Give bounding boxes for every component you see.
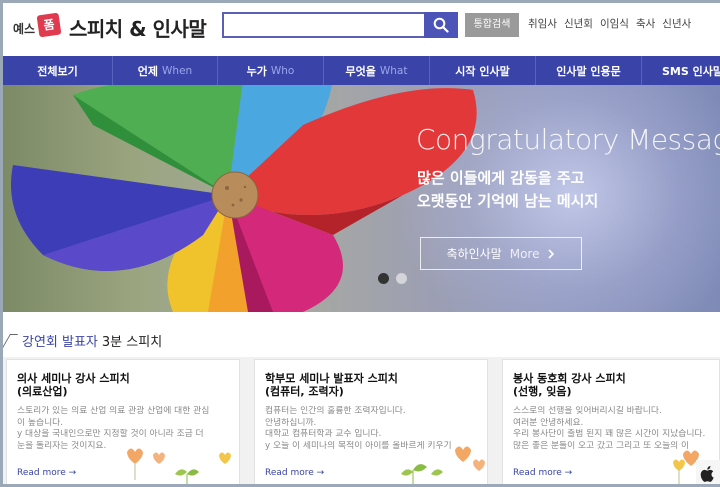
card-title: 봉사 동호회 강사 스피치 (선행, 잊음) bbox=[513, 372, 626, 398]
banner-subtitle-line: 많은 이들에게 감동을 주고 bbox=[417, 169, 585, 187]
read-more-link[interactable]: Read more → bbox=[513, 468, 572, 478]
banner-button-label: 축하인사말 bbox=[446, 247, 502, 261]
arrow-right-icon: → bbox=[68, 468, 77, 478]
nav-label: SMS 인사말 bbox=[662, 64, 720, 78]
hero-banner[interactable]: Congratulatory Message 많은 이들에게 감동을 주고 오랫… bbox=[3, 85, 720, 312]
speech-card[interactable]: 학부모 세미나 발표자 스피치 (컴퓨터, 조력자) 컴퓨터는 인간의 훌륭한 … bbox=[254, 359, 488, 487]
nav-label: 언제 bbox=[137, 64, 159, 78]
quick-link[interactable]: 신년회 bbox=[564, 16, 593, 31]
nav-item-who[interactable]: 누가 Who bbox=[218, 56, 324, 85]
quick-link[interactable]: 신년사 bbox=[662, 16, 691, 31]
main-nav: 전체보기 언제 When 누가 Who 무엇을 What 시작 인사말 인사말 … bbox=[3, 56, 720, 85]
apple-logo-icon bbox=[696, 460, 720, 487]
section-title-highlight: 강연회 발표자 bbox=[22, 335, 98, 350]
section-heading: 강연회 발표자 3분 스피치 bbox=[1, 331, 163, 350]
card-excerpt-line: 여러분 안녕하세요. bbox=[513, 417, 584, 428]
card-title-line: 봉사 동호회 강사 스피치 bbox=[513, 372, 626, 385]
search-input[interactable] bbox=[224, 14, 424, 36]
card-excerpt-line: 컴퓨터는 인간의 훌륭한 조력자입니다. bbox=[265, 406, 406, 416]
card-excerpt-line: 대학교 컴퓨터학과 교수 입니다. bbox=[265, 429, 382, 439]
banner-subtitle: 많은 이들에게 감동을 주고 오랫동안 기억에 남는 메시지 bbox=[417, 167, 598, 213]
card-title-line: (선행, 잊음) bbox=[513, 385, 572, 398]
read-more-label: Read more bbox=[17, 468, 66, 478]
corner-decoration-icon bbox=[1, 333, 19, 348]
nav-label: 시작 인사말 bbox=[455, 64, 510, 78]
logo-text: 예스 bbox=[13, 21, 36, 36]
chevron-right-icon bbox=[548, 248, 555, 259]
card-excerpt-line: y 대상을 국내인으로만 지정할 것이 아니라 조금 더 bbox=[17, 429, 204, 439]
read-more-link[interactable]: Read more → bbox=[17, 468, 76, 478]
speech-cards: 의사 세미나 강사 스피치 (의료산업) 스토리가 있는 의료 산업 의료 관광… bbox=[3, 357, 720, 487]
card-title-line: 학부모 세미나 발표자 스피치 bbox=[265, 372, 398, 385]
search-icon bbox=[433, 17, 449, 33]
slide-dot[interactable] bbox=[378, 273, 389, 284]
banner-more-button[interactable]: 축하인사말 More bbox=[420, 237, 582, 270]
site-title: 스피치 & 인사말 bbox=[69, 17, 207, 41]
pinwheel-image bbox=[11, 85, 477, 312]
combined-search-button[interactable]: 통합검색 bbox=[465, 13, 519, 37]
speech-card[interactable]: 의사 세미나 강사 스피치 (의료산업) 스토리가 있는 의료 산업 의료 관광… bbox=[6, 359, 240, 487]
nav-label: 무엇을 bbox=[345, 64, 376, 78]
quick-link[interactable]: 이임식 bbox=[600, 16, 629, 31]
slide-dot[interactable] bbox=[396, 273, 407, 284]
nav-item-sms-greeting[interactable]: SMS 인사말 bbox=[642, 56, 720, 85]
nav-item-what[interactable]: 무엇을 What bbox=[324, 56, 430, 85]
search-button[interactable] bbox=[424, 12, 458, 38]
read-more-label: Read more bbox=[265, 468, 314, 478]
logo-badge: 폼 bbox=[36, 12, 62, 37]
nav-label: 전체보기 bbox=[37, 64, 78, 78]
nav-item-all[interactable]: 전체보기 bbox=[3, 56, 113, 85]
quick-link[interactable]: 축사 bbox=[636, 16, 655, 31]
nav-label-en: What bbox=[379, 64, 408, 77]
speech-card[interactable]: 봉사 동호회 강사 스피치 (선행, 잊음) 스스로의 선행을 잊어버리시길 바… bbox=[502, 359, 720, 487]
site-logo[interactable]: 예스 폼 스피치 & 인사말 bbox=[13, 12, 207, 42]
card-excerpt-line: 안녕하십니까. bbox=[265, 417, 317, 428]
nav-label: 인사말 인용문 bbox=[556, 64, 621, 78]
hearts-sprouts-decoration bbox=[401, 446, 485, 486]
nav-label-en: When bbox=[162, 64, 193, 77]
section-title-rest: 3분 스피치 bbox=[101, 335, 163, 350]
card-title: 학부모 세미나 발표자 스피치 (컴퓨터, 조력자) bbox=[265, 372, 398, 398]
read-more-label: Read more bbox=[513, 468, 562, 478]
nav-item-greeting-quotes[interactable]: 인사말 인용문 bbox=[536, 56, 642, 85]
nav-item-when[interactable]: 언제 When bbox=[113, 56, 218, 85]
nav-label-en: Who bbox=[270, 64, 295, 77]
quick-links: 취임사 신년회 이임식 축사 신년사 bbox=[528, 16, 691, 31]
card-title: 의사 세미나 강사 스피치 (의료산업) bbox=[17, 372, 130, 398]
arrow-right-icon: → bbox=[564, 468, 573, 478]
card-title-line: (의료산업) bbox=[17, 385, 68, 398]
search-box bbox=[222, 12, 458, 38]
card-excerpt-line: 이 높습니다. bbox=[17, 417, 64, 428]
hearts-sprouts-decoration bbox=[673, 450, 699, 486]
nav-item-opening-greeting[interactable]: 시작 인사말 bbox=[430, 56, 536, 85]
card-title-line: 의사 세미나 강사 스피치 bbox=[17, 372, 130, 385]
logo-mark: 예스 폼 bbox=[13, 12, 65, 42]
banner-subtitle-line: 오랫동안 기억에 남는 메시지 bbox=[417, 192, 599, 210]
read-more-link[interactable]: Read more → bbox=[265, 468, 324, 478]
card-excerpt-line: 우리 봉사단이 출범 된지 꽤 많은 시간이 지났습니다. bbox=[513, 429, 706, 439]
slide-indicator bbox=[378, 273, 407, 284]
card-excerpt-line: 스스로의 선행을 잊어버리시길 바랍니다. bbox=[513, 406, 662, 416]
banner-title: Congratulatory Message bbox=[416, 123, 720, 156]
card-title-line: (컴퓨터, 조력자) bbox=[265, 385, 344, 398]
quick-link[interactable]: 취임사 bbox=[528, 16, 557, 31]
card-excerpt-line: 스토리가 있는 의료 산업 의료 관광 산업에 대한 관심 bbox=[17, 406, 210, 416]
hearts-sprouts-decoration bbox=[127, 448, 231, 486]
arrow-right-icon: → bbox=[316, 468, 325, 478]
banner-button-more: More bbox=[509, 246, 540, 261]
nav-label: 누가 bbox=[246, 64, 267, 78]
site-header: 예스 폼 스피치 & 인사말 통합검색 취임사 신년회 이임식 축사 신년사 bbox=[3, 3, 720, 56]
